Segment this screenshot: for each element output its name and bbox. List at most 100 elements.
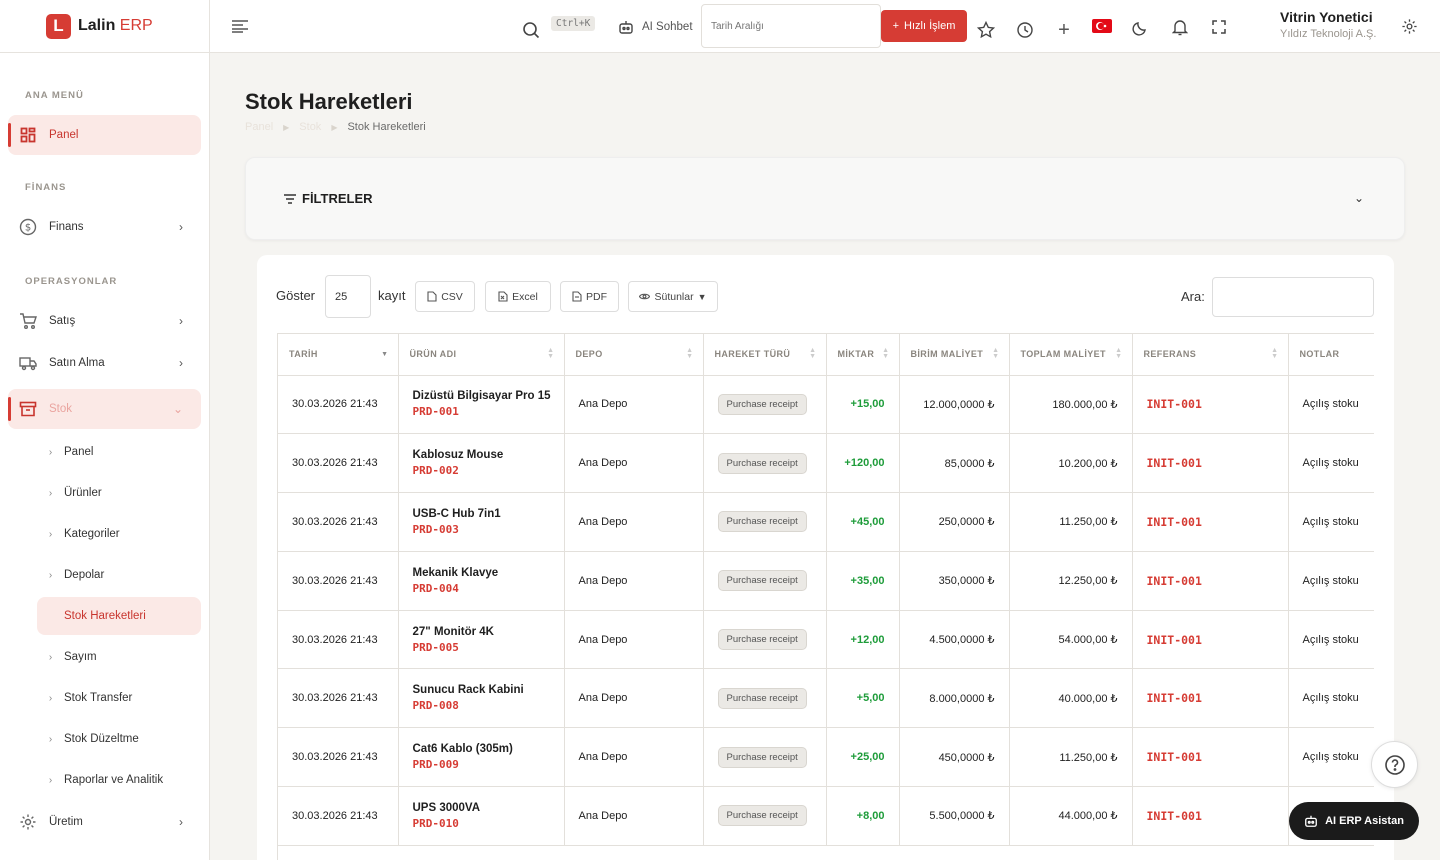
table-header-row: TARİH ▼ ÜRÜN ADI ▲ ▼ DEPO ▲ ▼ HAREKET TÜRÜ ▲ ▼ … [278,334,1374,376]
sidebar-sub-sayim[interactable]: › Sayım [37,638,201,676]
fullscreen-button[interactable] [1209,17,1229,37]
cell-date: 30.03.2026 21:43 [278,492,399,552]
table-row[interactable]: 30.03.2026 21:43 Mekanik Klavye PRD-004 A… [278,551,1374,611]
favorites-button[interactable] [976,20,996,40]
cell-date: 30.03.2026 21:43 [278,433,399,494]
reference-link[interactable]: INIT-001 [1132,727,1289,788]
gear-icon [1401,18,1417,34]
sidebar-sub-raporlar[interactable]: › Raporlar ve Analitik [37,761,201,799]
product-code-link[interactable]: PRD-009 [413,758,564,771]
sidebar-sub-kategoriler[interactable]: › Kategoriler [37,515,201,553]
user-name[interactable]: Vitrin Yonetici [1280,9,1373,25]
breadcrumb-item-panel[interactable]: Panel [245,121,273,134]
table-row[interactable]: 30.03.2026 21:43 Sunucu Rack Kabini PRD-0… [278,668,1374,729]
table-row[interactable]: 30.03.2026 21:43 Cat6 Kablo (305m) PRD-00… [278,727,1374,788]
sidebar-sub-panel[interactable]: › Panel [37,433,201,471]
breadcrumb-item-stok[interactable]: Stok [299,121,321,134]
reference-link[interactable]: INIT-001 [1132,375,1289,435]
cell-total-cost: 10.200,00 ₺ [1009,433,1133,494]
cell-unit-cost: 85,0000 ₺ [899,433,1010,494]
product-code-link[interactable]: PRD-008 [413,699,564,712]
reference-link[interactable]: INIT-001 [1132,668,1289,729]
chevron-right-icon: › [48,651,53,663]
product-code-link[interactable]: PRD-010 [413,817,564,830]
column-header[interactable]: MİKTAR ▲ ▼ [826,334,900,376]
filter-panel[interactable]: FİLTRELER ⌄ [245,157,1405,240]
column-header[interactable]: ÜRÜN ADI ▲ ▼ [398,334,565,376]
table-row[interactable]: 30.03.2026 21:43 27" Monitör 4K PRD-005 A… [278,610,1374,670]
search-button[interactable] [520,19,542,41]
sidebar-item-finans[interactable]: $ Finans › [8,207,201,247]
cell-type: Purchase receipt [703,727,827,788]
column-header[interactable]: TOPLAM MALİYET ▲ ▼ [1009,334,1133,376]
sidebar-item-satinalma[interactable]: Satın Alma › [8,343,201,383]
sidebar-item-stok[interactable]: Stok ⌄ [8,389,201,429]
column-header[interactable]: TARİH ▼ [278,334,399,376]
sidebar-sub-stok-duzeltme[interactable]: › Stok Düzeltme [37,720,201,758]
sidebar-item-uretim[interactable]: Üretim › [8,802,201,842]
movement-type-badge: Purchase receipt [717,746,807,768]
cell-type: Purchase receipt [703,668,827,729]
quick-action-button[interactable]: + Hızlı İşlem [881,10,967,42]
ai-assistant-button[interactable]: AI ERP Asistan [1289,802,1419,840]
column-header[interactable]: BİRİM MALİYET ▲ ▼ [899,334,1010,376]
column-header[interactable]: HAREKET TÜRÜ ▲ ▼ [703,334,827,376]
reference-link[interactable]: INIT-001 [1132,786,1289,846]
cell-product: Cat6 Kablo (305m) PRD-009 [398,727,565,788]
theme-toggle-button[interactable] [1130,18,1150,38]
columns-button[interactable]: Sütunlar ▼ [628,281,718,312]
product-code-link[interactable]: PRD-005 [413,641,564,654]
table-search-input[interactable] [1212,277,1374,317]
history-button[interactable] [1015,20,1035,40]
add-button[interactable]: + [1054,19,1074,41]
product-code-link[interactable]: PRD-001 [413,405,564,418]
table-row[interactable]: 30.03.2026 21:43 Dizüstü Bilgisayar Pro … [278,375,1374,435]
export-pdf-button[interactable]: PDF [560,281,619,312]
export-csv-button[interactable]: CSV [415,281,475,312]
sidebar-sub-depolar[interactable]: › Depolar [37,556,201,594]
pdf-icon [572,291,582,302]
eye-icon [639,293,651,300]
ai-chat-button[interactable]: AI Sohbet [618,17,693,37]
user-company: Yıldız Teknoloji A.Ş. [1280,28,1377,40]
settings-button[interactable] [1399,16,1419,36]
column-header[interactable]: DEPO ▲ ▼ [564,334,704,376]
cell-note: Açılış stoku [1288,551,1374,611]
column-header[interactable]: REFERANS ▲ ▼ [1132,334,1289,376]
table-row[interactable]: 30.03.2026 21:43 USB-C Hub 7in1 PRD-003 A… [278,492,1374,552]
product-code-link[interactable]: PRD-004 [413,582,564,595]
table-row[interactable]: 30.03.2026 21:43 UPS 3000VA PRD-010 Ana D… [278,786,1374,846]
product-code-link[interactable]: PRD-002 [413,464,564,477]
reference-link[interactable]: INIT-001 [1132,551,1289,611]
cell-note: Açılış stoku [1288,610,1374,670]
sidebar-sub-urunler[interactable]: › Ürünler [37,474,201,512]
cell-note: Açılış stoku [1288,492,1374,552]
show-label: Göster [276,288,316,303]
help-button[interactable] [1371,741,1418,788]
product-code-link[interactable]: PRD-003 [413,523,564,536]
cell-qty: +120,00 [826,433,900,494]
sidebar-item-label: Stok [49,403,73,415]
cell-product: Dizüstü Bilgisayar Pro 15 PRD-001 [398,375,565,435]
brand[interactable]: L Lalin ERP [0,0,209,53]
chevron-right-icon: › [179,220,183,234]
notifications-button[interactable] [1170,17,1190,37]
table-row[interactable]: 30.03.2026 21:43 Kablosuz Mouse PRD-002 A… [278,433,1374,494]
sidebar-item-panel[interactable]: Panel [8,115,201,155]
reference-link[interactable]: INIT-001 [1132,492,1289,552]
plus-icon: + [892,20,900,32]
column-header[interactable]: NOTLAR [1288,334,1374,376]
page-size-select[interactable]: 25 [325,275,371,318]
reference-link[interactable]: INIT-001 [1132,610,1289,670]
sidebar-sub-stok-hareketleri[interactable]: ›Stok Hareketleri [37,597,201,635]
menu-toggle-button[interactable] [228,16,252,36]
cell-unit-cost: 8.000,0000 ₺ [899,668,1010,729]
reference-link[interactable]: INIT-001 [1132,433,1289,494]
export-excel-button[interactable]: Excel [485,281,551,312]
sidebar-item-satis[interactable]: Satış › [8,301,201,341]
gear-icon [18,812,38,832]
chevron-down-icon[interactable]: ⌄ [1354,191,1364,205]
language-flag-button[interactable] [1092,19,1112,33]
sidebar-sub-stok-transfer[interactable]: › Stok Transfer [37,679,201,717]
date-range-input[interactable] [701,4,881,48]
